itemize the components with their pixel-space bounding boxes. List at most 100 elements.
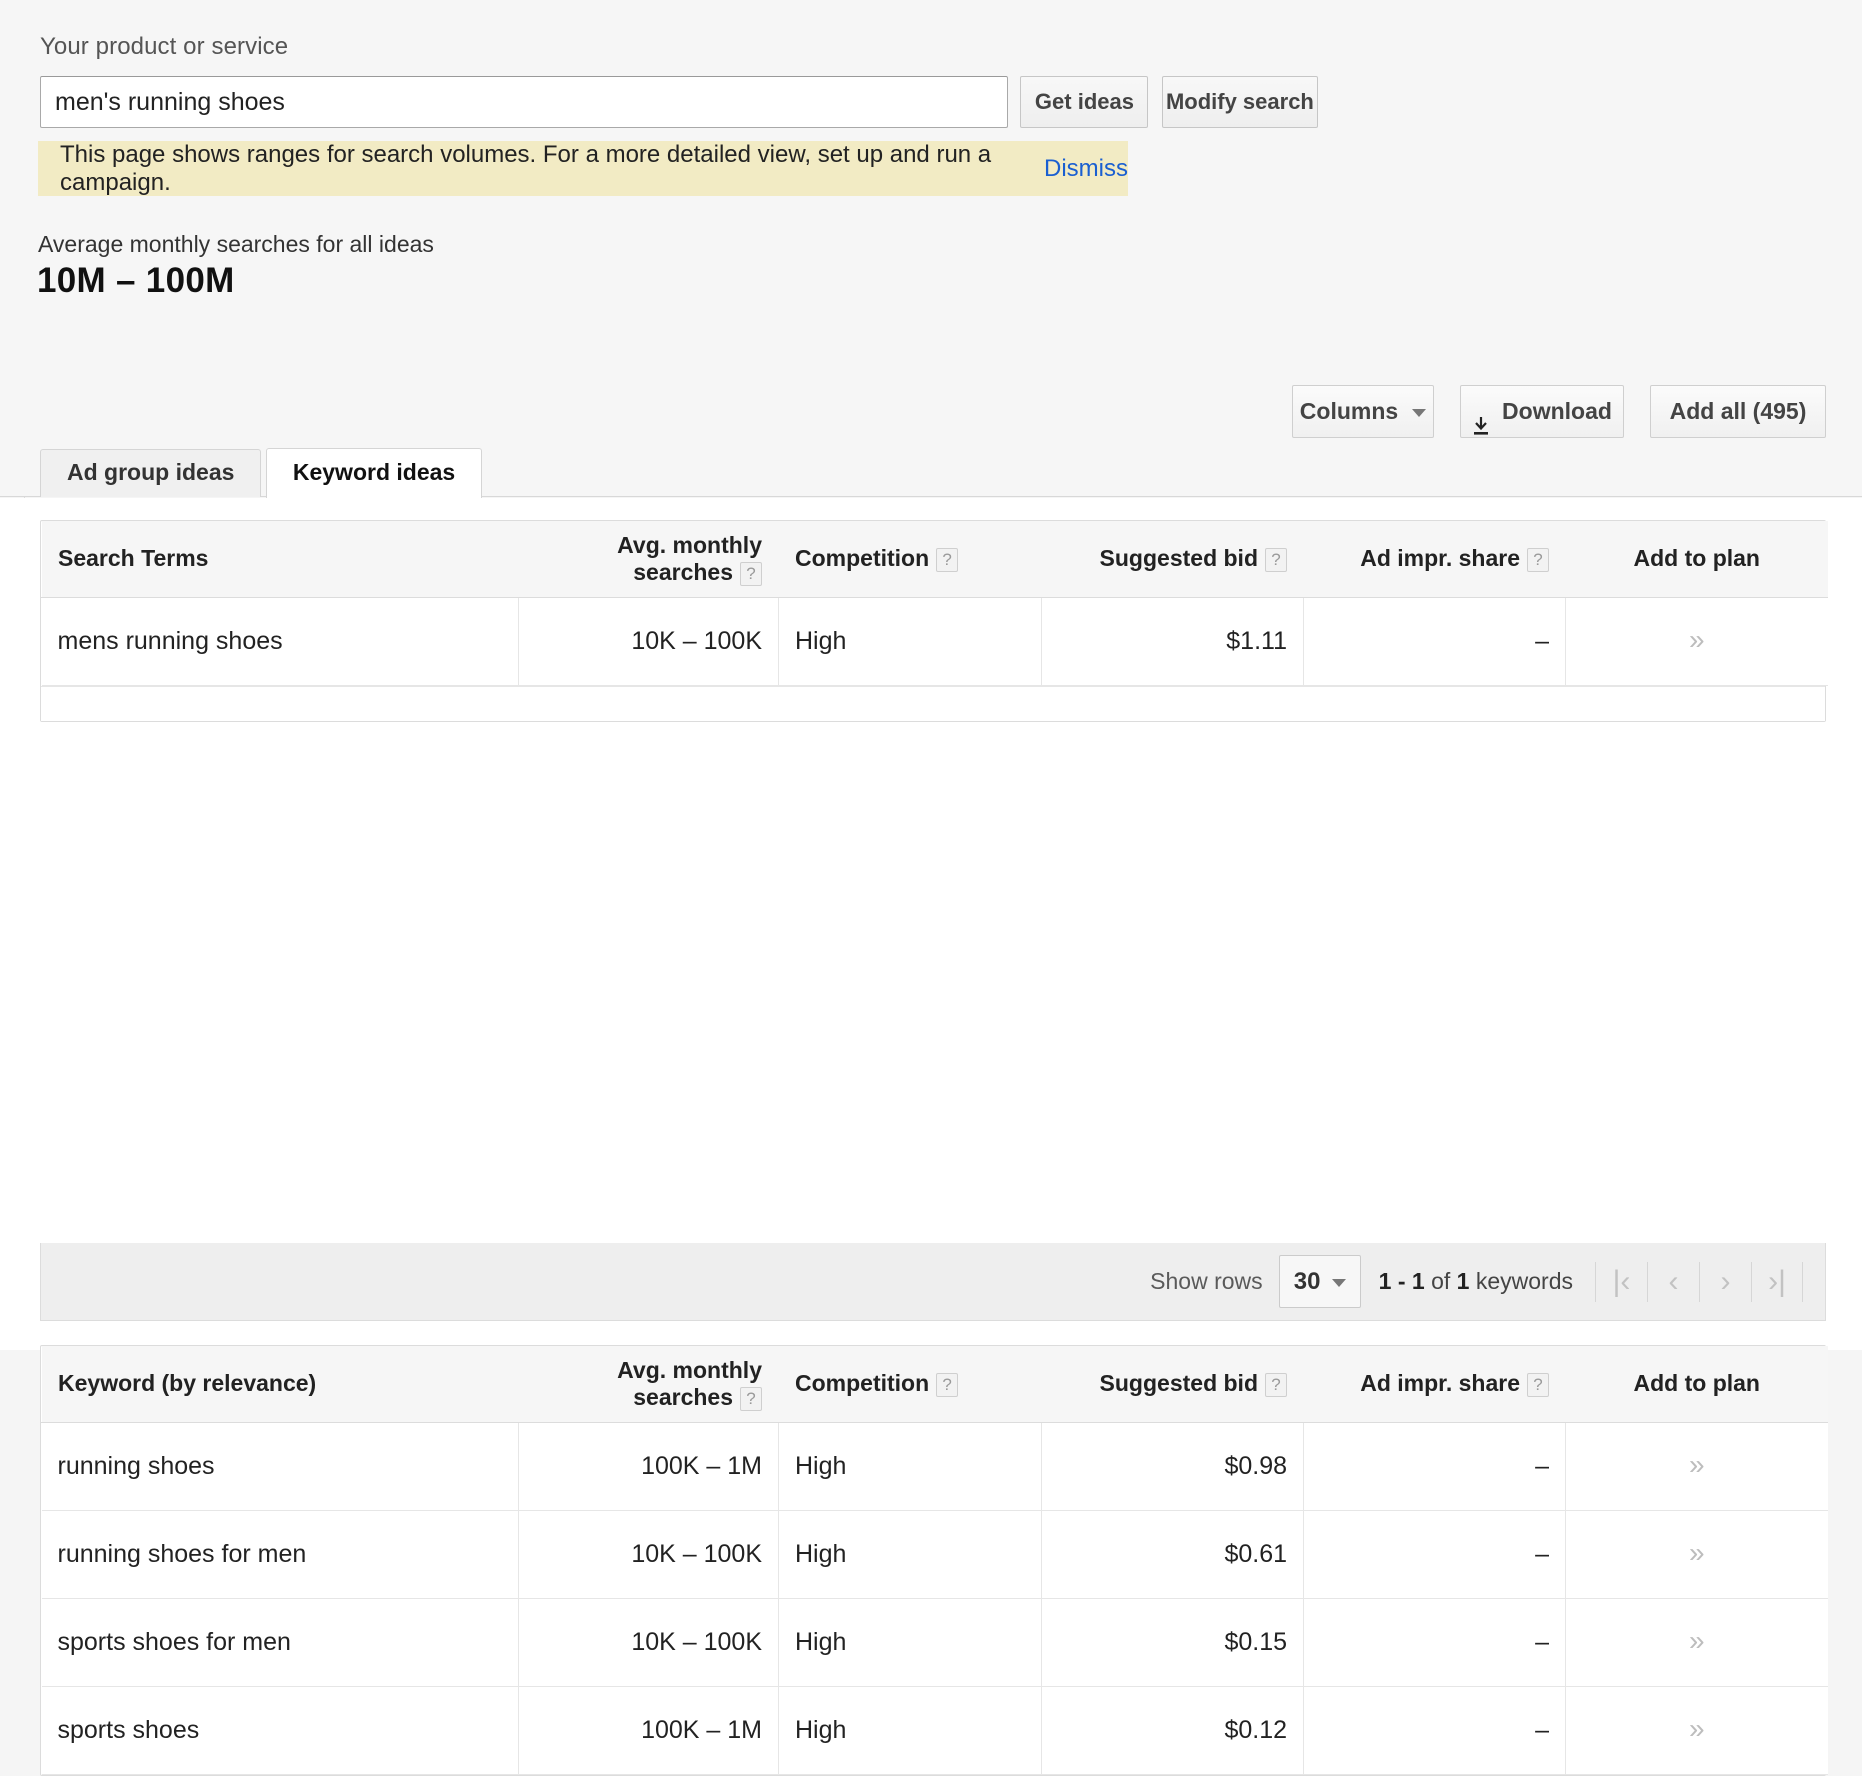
cell-suggested-bid: $0.61 <box>1041 1510 1304 1599</box>
result-range-text: 1 - 1 of 1 keywords <box>1379 1268 1573 1295</box>
cell-ad-impr-share: – <box>1303 1510 1566 1599</box>
search-volume-notice: This page shows ranges for search volume… <box>38 141 1128 196</box>
help-icon[interactable]: ? <box>1527 548 1549 573</box>
column-header-avg-monthly-searches: Avg. monthly searches? <box>518 521 779 598</box>
cell-avg-monthly-searches: 10K – 100K <box>518 597 779 686</box>
help-icon[interactable]: ? <box>1527 1373 1549 1398</box>
notice-text: This page shows ranges for search volume… <box>60 140 992 196</box>
column-header-ad-impr-share: Ad impr. share? <box>1303 1346 1566 1423</box>
range-unit: keywords <box>1469 1268 1573 1294</box>
cell-competition: High <box>778 1598 1042 1687</box>
get-ideas-button[interactable]: Get ideas <box>1020 76 1149 128</box>
columns-label: Columns <box>1299 398 1399 424</box>
cell-keyword: sports shoes <box>41 1686 519 1775</box>
cell-add-to-plan[interactable]: » <box>1565 1686 1828 1775</box>
tab-keyword-ideas[interactable]: Keyword ideas <box>265 448 483 498</box>
column-label: Add to plan <box>1633 1370 1760 1397</box>
help-icon[interactable]: ? <box>936 1373 959 1398</box>
next-page-button[interactable]: › <box>1699 1261 1751 1302</box>
dismiss-notice-link[interactable]: Dismiss <box>1044 155 1128 183</box>
cell-competition: High <box>778 1422 1042 1511</box>
add-to-plan-icon[interactable]: » <box>1689 1713 1705 1744</box>
table-row[interactable]: running shoes for men 10K – 100K High $0.61… <box>41 1510 1828 1599</box>
cell-add-to-plan[interactable]: » <box>1565 597 1828 686</box>
rows-per-page-value: 30 <box>1293 1267 1321 1295</box>
add-to-plan-icon[interactable]: » <box>1689 1625 1705 1656</box>
last-page-button[interactable]: ›| <box>1751 1261 1803 1302</box>
help-icon[interactable]: ? <box>936 548 959 573</box>
cell-suggested-bid: $0.98 <box>1041 1422 1304 1511</box>
chevron-down-icon <box>1331 1278 1346 1287</box>
cell-competition: High <box>778 1686 1042 1775</box>
table-row[interactable]: running shoes 100K – 1M High $0.98– » <box>41 1422 1828 1511</box>
cell-suggested-bid: $0.15 <box>1041 1598 1304 1687</box>
pagination-bar: Show rows 30 1 - 1 of 1 keywords |‹ ‹ › … <box>40 1243 1826 1321</box>
help-icon[interactable]: ? <box>740 1386 762 1411</box>
cell-add-to-plan[interactable]: » <box>1565 1598 1828 1687</box>
add-all-button[interactable]: Add all (495) <box>1650 385 1826 438</box>
column-header-suggested-bid: Suggested bid? <box>1041 1346 1304 1423</box>
cell-ad-impr-share: – <box>1303 1422 1566 1511</box>
table-row[interactable]: sports shoes 100K – 1M High $0.12– » <box>41 1686 1828 1775</box>
columns-button[interactable]: Columns <box>1292 385 1434 438</box>
search-panel: Your product or service Get ideas Modify… <box>0 0 1862 498</box>
add-to-plan-icon[interactable]: » <box>1689 1537 1705 1568</box>
add-to-plan-icon[interactable]: » <box>1689 1449 1705 1480</box>
first-page-button[interactable]: |‹ <box>1595 1261 1647 1302</box>
cell-avg-monthly-searches: 10K – 100K <box>518 1510 779 1599</box>
help-icon[interactable]: ? <box>740 561 762 586</box>
table-toolbar: Columns Download Add all (495) <box>1292 385 1826 438</box>
results-area: Search Terms Avg. monthly searches? Comp… <box>0 498 1862 1776</box>
search-terms-table: Search Terms Avg. monthly searches? Comp… <box>40 520 1828 722</box>
column-header-add-to-plan: Add to plan <box>1565 1346 1828 1423</box>
column-label: Add to plan <box>1633 545 1760 572</box>
cell-ad-impr-share: – <box>1303 597 1566 686</box>
cell-ad-impr-share: – <box>1303 1598 1566 1687</box>
avg-monthly-searches-label: Average monthly searches for all ideas <box>38 231 434 257</box>
modify-search-button[interactable]: Modify search <box>1161 76 1318 128</box>
tab-ad-group-ideas[interactable]: Ad group ideas <box>40 449 262 497</box>
column-label: Competition <box>795 545 930 572</box>
avg-monthly-searches-value: 10M – 100M <box>37 261 235 300</box>
cell-keyword: running shoes for men <box>41 1510 519 1599</box>
column-header-search-terms: Search Terms <box>41 521 519 598</box>
cell-keyword: mens running shoes <box>41 597 519 686</box>
table-row[interactable]: sports shoes for men 10K – 100K High $0.15–… <box>41 1598 1828 1687</box>
add-to-plan-icon[interactable]: » <box>1689 624 1705 655</box>
column-label: Search Terms <box>58 545 209 572</box>
cell-add-to-plan[interactable]: » <box>1565 1422 1828 1511</box>
help-icon[interactable]: ? <box>1265 1373 1287 1398</box>
search-row: Get ideas Modify search <box>40 76 1318 128</box>
cell-suggested-bid: $0.12 <box>1041 1686 1304 1775</box>
keyword-ideas-table: Keyword (by relevance) Avg. monthly sear… <box>40 1345 1828 1776</box>
table-bottom-spacer <box>41 685 1825 721</box>
column-header-avg-monthly-searches: Avg. monthly searches? <box>518 1346 779 1423</box>
column-header-add-to-plan: Add to plan <box>1565 521 1828 598</box>
cell-suggested-bid: $1.11 <box>1041 597 1304 686</box>
previous-page-button[interactable]: ‹ <box>1647 1261 1699 1302</box>
cell-competition: High <box>778 597 1042 686</box>
add-all-label: Add all (495) <box>1669 398 1807 424</box>
help-icon[interactable]: ? <box>1265 548 1287 573</box>
cell-ad-impr-share: – <box>1303 1686 1566 1775</box>
table-header-row: Search Terms Avg. monthly searches? Comp… <box>41 521 1828 598</box>
tab-bar: Ad group ideas Keyword ideas <box>40 448 483 498</box>
column-header-suggested-bid: Suggested bid? <box>1041 521 1304 598</box>
cell-keyword: running shoes <box>41 1422 519 1511</box>
cell-avg-monthly-searches: 100K – 1M <box>518 1422 779 1511</box>
range-total: 1 <box>1456 1268 1470 1294</box>
column-header-ad-impr-share: Ad impr. share? <box>1303 521 1566 598</box>
table-row[interactable]: mens running shoes 10K – 100K High $1.11… <box>41 597 1828 686</box>
column-header-competition: Competition? <box>778 1346 1042 1423</box>
show-rows-label: Show rows <box>1150 1268 1263 1294</box>
cell-keyword: sports shoes for men <box>41 1598 519 1687</box>
download-button[interactable]: Download <box>1460 385 1624 438</box>
download-icon <box>1472 403 1490 435</box>
cell-avg-monthly-searches: 10K – 100K <box>518 1598 779 1687</box>
table-header-row: Keyword (by relevance) Avg. monthly sear… <box>41 1346 1828 1423</box>
download-label: Download <box>1502 398 1612 424</box>
cell-add-to-plan[interactable]: » <box>1565 1510 1828 1599</box>
keyword-search-input[interactable] <box>40 76 1008 128</box>
rows-per-page-select[interactable]: 30 <box>1278 1255 1361 1308</box>
column-label: Ad impr. share <box>1360 545 1520 572</box>
